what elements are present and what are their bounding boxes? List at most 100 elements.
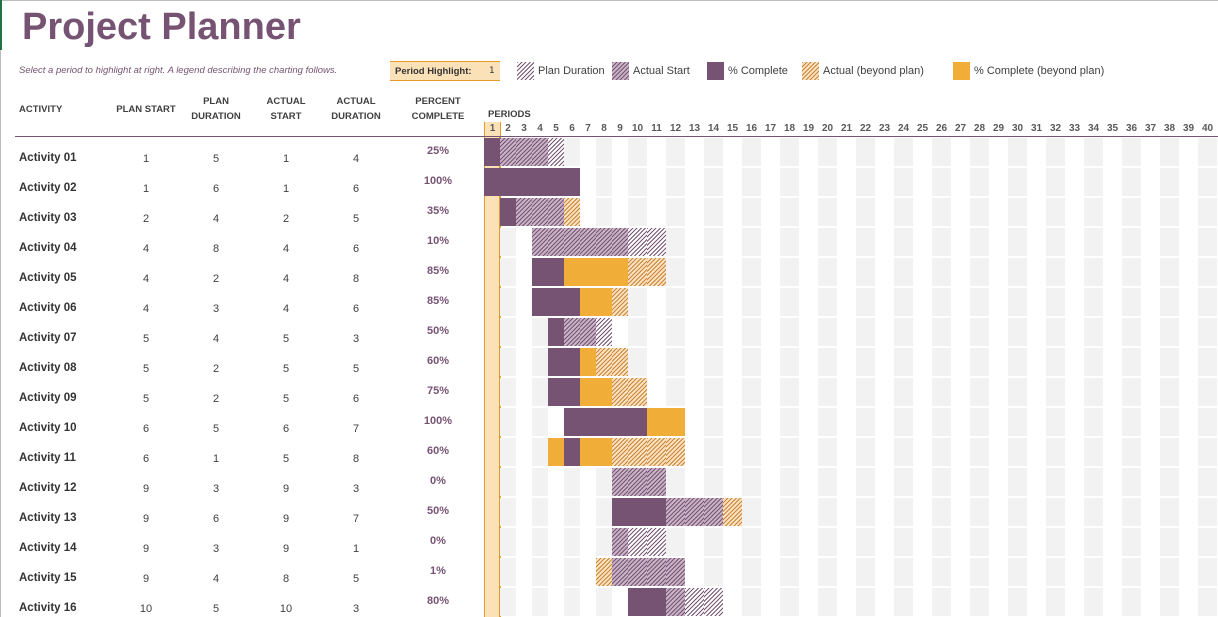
actual-start-value[interactable]: 4 (266, 243, 306, 255)
period-header-20[interactable]: 20 (818, 122, 837, 136)
period-header-19[interactable]: 19 (799, 122, 818, 136)
period-header-18[interactable]: 18 (780, 122, 799, 136)
period-header-22[interactable]: 22 (856, 122, 875, 136)
activity-name[interactable]: Activity 04 (19, 242, 77, 254)
activity-name[interactable]: Activity 15 (19, 572, 77, 584)
actual-duration-value[interactable]: 6 (336, 393, 376, 405)
period-header-29[interactable]: 29 (989, 122, 1008, 136)
percent-complete-value[interactable]: 25% (408, 145, 468, 157)
actual-start-value[interactable]: 1 (266, 183, 306, 195)
period-header-30[interactable]: 30 (1008, 122, 1027, 136)
actual-duration-value[interactable]: 8 (336, 273, 376, 285)
percent-complete-value[interactable]: 85% (408, 265, 468, 277)
period-header-7[interactable]: 7 (580, 122, 596, 136)
percent-complete-value[interactable]: 60% (408, 445, 468, 457)
plan-start-value[interactable]: 6 (126, 453, 166, 465)
actual-start-value[interactable]: 4 (266, 273, 306, 285)
plan-start-value[interactable]: 2 (126, 213, 166, 225)
percent-complete-value[interactable]: 50% (408, 505, 468, 517)
plan-start-value[interactable]: 1 (126, 153, 166, 165)
period-header-16[interactable]: 16 (742, 122, 761, 136)
plan-start-value[interactable]: 9 (126, 483, 166, 495)
actual-start-value[interactable]: 4 (266, 303, 306, 315)
period-header-27[interactable]: 27 (951, 122, 970, 136)
period-header-31[interactable]: 31 (1027, 122, 1046, 136)
actual-duration-value[interactable]: 7 (336, 513, 376, 525)
activity-name[interactable]: Activity 03 (19, 212, 77, 224)
plan-duration-value[interactable]: 2 (196, 363, 236, 375)
period-header-10[interactable]: 10 (628, 122, 647, 136)
activity-name[interactable]: Activity 05 (19, 272, 77, 284)
percent-complete-value[interactable]: 85% (408, 295, 468, 307)
plan-start-value[interactable]: 1 (126, 183, 166, 195)
period-header-35[interactable]: 35 (1103, 122, 1122, 136)
actual-start-value[interactable]: 8 (266, 573, 306, 585)
actual-duration-value[interactable]: 5 (336, 363, 376, 375)
actual-start-value[interactable]: 5 (266, 363, 306, 375)
plan-start-value[interactable]: 4 (126, 273, 166, 285)
plan-duration-value[interactable]: 4 (196, 573, 236, 585)
plan-duration-value[interactable]: 5 (196, 603, 236, 615)
period-header-32[interactable]: 32 (1046, 122, 1065, 136)
period-header-11[interactable]: 11 (647, 122, 666, 136)
percent-complete-value[interactable]: 60% (408, 355, 468, 367)
actual-start-value[interactable]: 5 (266, 393, 306, 405)
plan-duration-value[interactable]: 5 (196, 153, 236, 165)
period-header-37[interactable]: 37 (1141, 122, 1160, 136)
activity-name[interactable]: Activity 07 (19, 332, 77, 344)
period-header-9[interactable]: 9 (612, 122, 628, 136)
percent-complete-value[interactable]: 100% (408, 175, 468, 187)
plan-start-value[interactable]: 5 (126, 393, 166, 405)
percent-complete-value[interactable]: 100% (408, 415, 468, 427)
period-header-36[interactable]: 36 (1122, 122, 1141, 136)
percent-complete-value[interactable]: 0% (408, 535, 468, 547)
period-header-21[interactable]: 21 (837, 122, 856, 136)
plan-start-value[interactable]: 10 (126, 603, 166, 615)
plan-duration-value[interactable]: 4 (196, 333, 236, 345)
actual-duration-value[interactable]: 6 (336, 183, 376, 195)
actual-duration-value[interactable]: 4 (336, 153, 376, 165)
period-header-1[interactable]: 1 (484, 122, 501, 136)
percent-complete-value[interactable]: 0% (408, 475, 468, 487)
actual-duration-value[interactable]: 1 (336, 543, 376, 555)
percent-complete-value[interactable]: 35% (408, 205, 468, 217)
plan-duration-value[interactable]: 2 (196, 273, 236, 285)
actual-duration-value[interactable]: 8 (336, 453, 376, 465)
period-header-3[interactable]: 3 (516, 122, 532, 136)
percent-complete-value[interactable]: 50% (408, 325, 468, 337)
plan-start-value[interactable]: 9 (126, 573, 166, 585)
plan-duration-value[interactable]: 3 (196, 483, 236, 495)
actual-duration-value[interactable]: 6 (336, 303, 376, 315)
period-header-5[interactable]: 5 (548, 122, 564, 136)
activity-name[interactable]: Activity 09 (19, 392, 77, 404)
activity-name[interactable]: Activity 06 (19, 302, 77, 314)
actual-duration-value[interactable]: 3 (336, 603, 376, 615)
actual-duration-value[interactable]: 3 (336, 333, 376, 345)
plan-duration-value[interactable]: 6 (196, 183, 236, 195)
plan-duration-value[interactable]: 6 (196, 513, 236, 525)
plan-duration-value[interactable]: 8 (196, 243, 236, 255)
actual-duration-value[interactable]: 5 (336, 213, 376, 225)
period-header-14[interactable]: 14 (704, 122, 723, 136)
activity-name[interactable]: Activity 13 (19, 512, 77, 524)
plan-duration-value[interactable]: 1 (196, 453, 236, 465)
period-header-17[interactable]: 17 (761, 122, 780, 136)
period-header-34[interactable]: 34 (1084, 122, 1103, 136)
plan-start-value[interactable]: 4 (126, 243, 166, 255)
actual-start-value[interactable]: 6 (266, 423, 306, 435)
period-header-8[interactable]: 8 (596, 122, 612, 136)
plan-duration-value[interactable]: 3 (196, 303, 236, 315)
activity-name[interactable]: Activity 11 (19, 452, 76, 464)
period-header-25[interactable]: 25 (913, 122, 932, 136)
plan-start-value[interactable]: 5 (126, 333, 166, 345)
period-header-39[interactable]: 39 (1179, 122, 1198, 136)
period-header-6[interactable]: 6 (564, 122, 580, 136)
percent-complete-value[interactable]: 10% (408, 235, 468, 247)
actual-duration-value[interactable]: 3 (336, 483, 376, 495)
period-header-28[interactable]: 28 (970, 122, 989, 136)
activity-name[interactable]: Activity 08 (19, 362, 77, 374)
plan-duration-value[interactable]: 4 (196, 213, 236, 225)
period-header-26[interactable]: 26 (932, 122, 951, 136)
actual-duration-value[interactable]: 7 (336, 423, 376, 435)
activity-name[interactable]: Activity 10 (19, 422, 77, 434)
